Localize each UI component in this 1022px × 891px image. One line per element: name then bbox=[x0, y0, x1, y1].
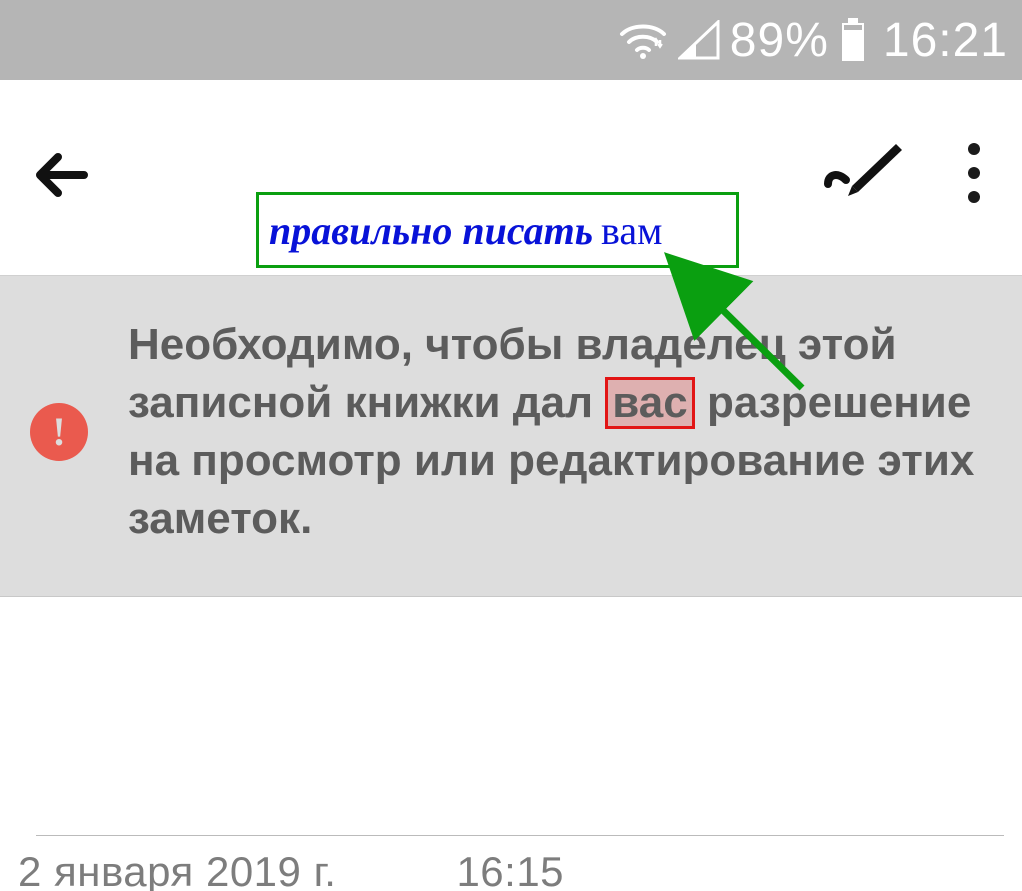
signal-icon bbox=[678, 20, 720, 60]
clock: 16:21 bbox=[883, 13, 1008, 68]
back-button[interactable] bbox=[28, 140, 98, 210]
note-timestamp: 2 января 2019 г. 16:15 bbox=[18, 848, 1022, 891]
wifi-icon bbox=[618, 20, 668, 60]
warning-icon: ! bbox=[30, 403, 88, 461]
note-time: 16:15 bbox=[456, 848, 564, 891]
warning-text: Необходимо, чтобы владелец этой записной… bbox=[128, 316, 992, 548]
more-button[interactable] bbox=[954, 138, 994, 208]
annotation-correct-word: вам bbox=[601, 207, 662, 254]
edit-button[interactable] bbox=[822, 138, 900, 198]
warning-error-word: вас bbox=[605, 377, 694, 429]
note-content-area: 2 января 2019 г. 16:15 bbox=[0, 597, 1022, 891]
note-date: 2 января 2019 г. bbox=[18, 848, 336, 891]
battery-percent: 89% bbox=[730, 13, 829, 68]
correction-annotation-box: правильно писать вам bbox=[256, 192, 739, 268]
note-divider bbox=[36, 835, 1004, 836]
permission-warning-banner: ! Необходимо, чтобы владелец этой записн… bbox=[0, 276, 1022, 597]
status-bar: 89% 16:21 bbox=[0, 0, 1022, 80]
annotation-prefix: правильно писать bbox=[269, 207, 593, 254]
app-toolbar: правильно писать вам bbox=[0, 80, 1022, 276]
battery-icon bbox=[839, 18, 867, 62]
